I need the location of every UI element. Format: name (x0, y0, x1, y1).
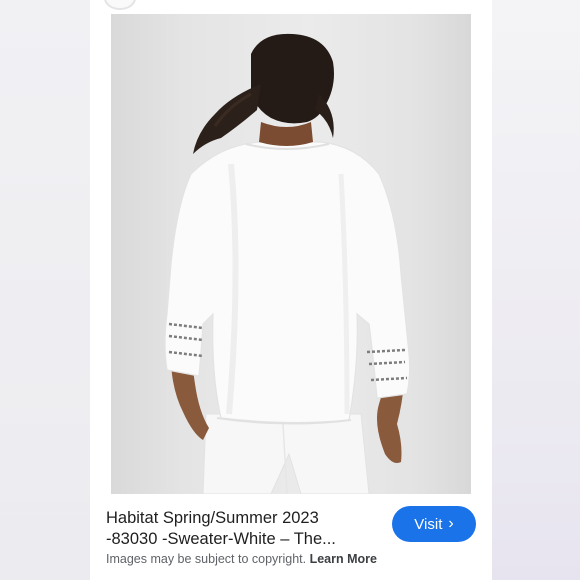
avatar[interactable] (104, 0, 136, 10)
learn-more-link[interactable]: Learn More (310, 552, 377, 566)
right-background (492, 0, 580, 580)
result-info-panel: Habitat Spring/Summer 2023 -83030 -Sweat… (90, 494, 492, 580)
woman-back-view-image (164, 33, 411, 494)
chevron-right-icon: › (448, 514, 454, 532)
visit-label: Visit (414, 515, 443, 533)
copyright-notice: Images may be subject to copyright. Lear… (106, 552, 377, 566)
image-result-card: Habitat Spring/Summer 2023 -83030 -Sweat… (90, 0, 492, 580)
visit-button[interactable]: Visit › (392, 506, 476, 542)
top-strip (90, 0, 492, 14)
product-image[interactable] (111, 14, 471, 494)
left-background (0, 0, 90, 580)
result-title-line2: -83030 -Sweater-White – The... (106, 530, 336, 548)
result-title[interactable]: Habitat Spring/Summer 2023 -83030 -Sweat… (106, 508, 376, 550)
copyright-text: Images may be subject to copyright. (106, 552, 307, 566)
result-title-line1: Habitat Spring/Summer 2023 (106, 509, 319, 527)
